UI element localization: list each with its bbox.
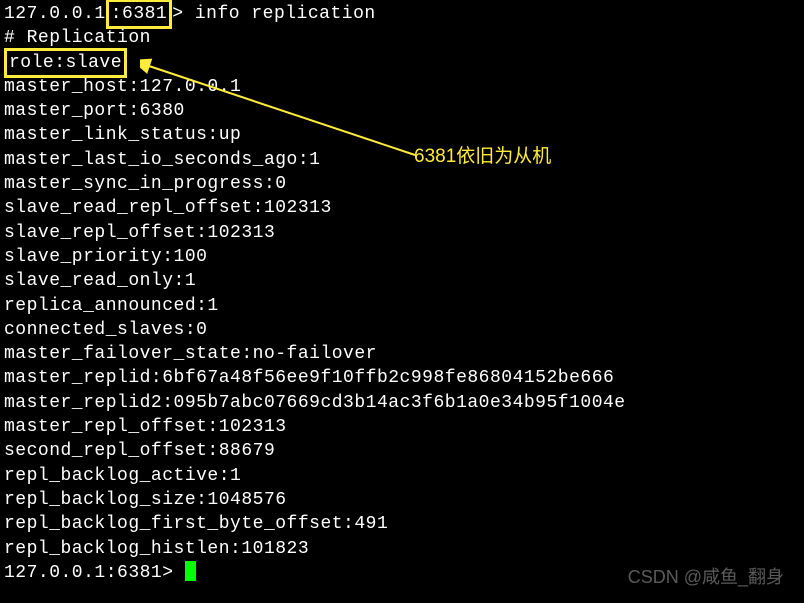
command-text: info replication [195,4,376,24]
output-line: master_link_status:up [4,123,800,147]
cursor-block [185,561,196,581]
annotation-text: 6381依旧为从机 [414,144,551,170]
watermark: CSDN @咸鱼_翻身 [628,565,784,589]
prompt-line: 127.0.0.1:6381> info replication [4,2,800,26]
output-line: master_port:6380 [4,99,800,123]
output-line: master_replid:6bf67a48f56ee9f10ffb2c998f… [4,366,800,390]
output-line: master_repl_offset:102313 [4,415,800,439]
output-line: master_last_io_seconds_ago:1 [4,148,800,172]
port-highlight: :6381 [106,0,173,29]
output-line: master_failover_state:no-failover [4,342,800,366]
output-line: repl_backlog_size:1048576 [4,488,800,512]
output-line: repl_backlog_histlen:101823 [4,537,800,561]
output-line: slave_priority:100 [4,245,800,269]
output-line: replica_announced:1 [4,294,800,318]
output-line: master_host:127.0.0.1 [4,75,800,99]
output-line: slave_read_only:1 [4,269,800,293]
output-line: master_sync_in_progress:0 [4,172,800,196]
prompt-ip: 127.0.0.1 [4,4,106,24]
output-line: slave_repl_offset:102313 [4,221,800,245]
output-line: slave_read_repl_offset:102313 [4,196,800,220]
role-line: role:slave [4,51,800,75]
role-highlight: role:slave [4,48,127,78]
output-line: repl_backlog_first_byte_offset:491 [4,512,800,536]
output-line: repl_backlog_active:1 [4,464,800,488]
output-line: connected_slaves:0 [4,318,800,342]
output-line: second_repl_offset:88679 [4,439,800,463]
output-line: master_replid2:095b7abc07669cd3b14ac3f6b… [4,391,800,415]
